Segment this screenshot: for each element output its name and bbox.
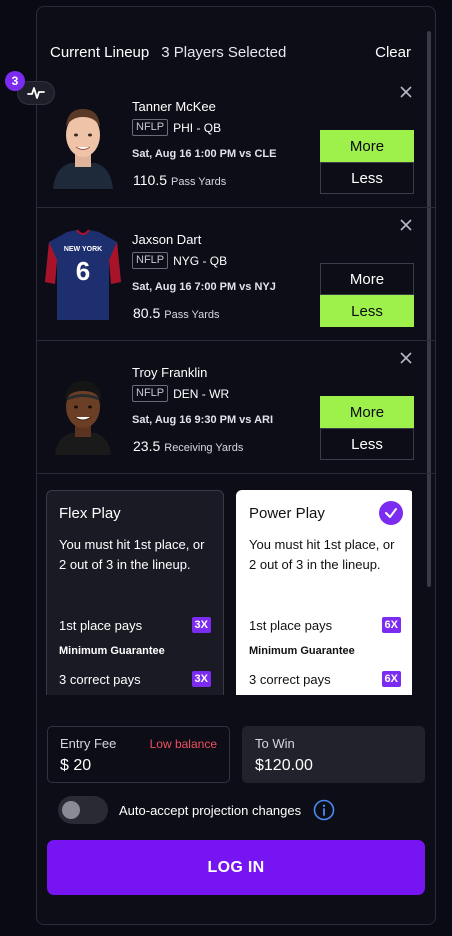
projection: 110.5 Pass Yards	[133, 172, 226, 188]
projection-value: 80.5	[133, 305, 161, 321]
jersey-image: NEW YORK 6	[45, 229, 121, 320]
jersey-number: 6	[76, 256, 90, 286]
play-description: You must hit 1st place, or 2 out of 3 in…	[249, 537, 395, 572]
auto-accept-row: Auto-accept projection changes	[58, 796, 358, 824]
play-type-selector: Flex Play You must hit 1st place, or 2 o…	[46, 490, 412, 695]
flex-play-card[interactable]: Flex Play You must hit 1st place, or 2 o…	[46, 490, 224, 695]
game-time: Sat, Aug 16 9:30 PM vs ARI	[132, 414, 274, 426]
game-time: Sat, Aug 16 1:00 PM vs CLE	[132, 148, 277, 160]
pick-buttons: More Less	[320, 396, 414, 460]
auto-accept-toggle[interactable]	[58, 796, 108, 824]
game-time: Sat, Aug 16 7:00 PM vs NYJ	[132, 281, 276, 293]
player-name: Troy Franklin	[132, 365, 208, 380]
league-tag: NFLP	[132, 252, 169, 269]
payout-row: 1st place pays 6X	[249, 617, 401, 633]
multiplier-badge: 3X	[191, 671, 211, 687]
projection: 80.5 Pass Yards	[133, 305, 219, 321]
to-win-box: To Win $120.00	[242, 726, 425, 783]
less-button[interactable]: Less	[320, 428, 414, 460]
projection-value: 110.5	[133, 172, 167, 188]
entry-fee-input[interactable]: Entry Fee Low balance $ 20	[47, 726, 230, 783]
pick-buttons: More Less	[320, 263, 414, 327]
league-tag: NFLP	[132, 385, 169, 402]
projection: 23.5 Receiving Yards	[133, 438, 243, 454]
payout-row: 3 correct pays 3X	[59, 671, 211, 687]
low-balance-warning: Low balance	[149, 736, 217, 751]
lineup-title: Current Lineup	[50, 43, 150, 61]
payout-label: 3 correct pays	[249, 671, 331, 687]
less-button[interactable]: Less	[320, 295, 414, 327]
info-icon[interactable]	[313, 799, 335, 821]
minimum-guarantee-label: Minimum Guarantee	[59, 645, 165, 657]
projection-stat: Pass Yards	[164, 309, 220, 321]
player-card: Troy Franklin NFLP DEN - WR Sat, Aug 16 …	[37, 341, 435, 474]
close-icon[interactable]	[399, 85, 413, 99]
players-selected-count: 3 Players Selected	[161, 43, 287, 61]
payout-label: 1st place pays	[249, 617, 333, 633]
close-icon[interactable]	[399, 218, 413, 232]
more-button[interactable]: More	[320, 263, 414, 295]
projection-stat: Receiving Yards	[164, 442, 244, 454]
more-button[interactable]: More	[320, 396, 414, 428]
player-headshot	[53, 109, 113, 189]
payout-label: 1st place pays	[59, 617, 143, 633]
pick-buttons: More Less	[320, 130, 414, 194]
jersey-text: NEW YORK	[64, 246, 102, 253]
team-position: NYG - QB	[173, 253, 228, 268]
toggle-knob	[62, 801, 80, 819]
to-win-label-row: To Win	[255, 736, 412, 751]
payout-label: 3 correct pays	[59, 671, 141, 687]
player-card: Tanner McKee NFLP PHI - QB Sat, Aug 16 1…	[37, 75, 435, 208]
close-icon[interactable]	[399, 351, 413, 365]
player-card: NEW YORK 6 Jaxson Dart NFLP NYG - QB Sat…	[37, 208, 435, 341]
checkmark-icon	[379, 501, 403, 525]
to-win-amount: $120.00	[255, 757, 313, 774]
player-meta: NFLP DEN - WR	[132, 385, 229, 402]
player-meta: NFLP PHI - QB	[132, 119, 221, 136]
team-position: PHI - QB	[173, 120, 222, 135]
less-button[interactable]: Less	[320, 162, 414, 194]
projection-value: 23.5	[133, 438, 161, 454]
multiplier-badge: 3X	[191, 617, 211, 633]
multiplier-badge: 6X	[381, 671, 401, 687]
badge-count: 3	[5, 71, 25, 91]
multiplier-badge: 6X	[381, 617, 401, 633]
minimum-guarantee-label: Minimum Guarantee	[249, 645, 355, 657]
to-win-label: To Win	[255, 736, 295, 751]
player-name: Jaxson Dart	[132, 232, 202, 247]
play-title: Flex Play	[59, 505, 121, 522]
projection-stat: Pass Yards	[171, 176, 227, 188]
entry-fee-label-row: Entry Fee Low balance	[60, 736, 217, 751]
entry-fee-amount: $ 20	[60, 757, 92, 774]
payout-row: 3 correct pays 6X	[249, 671, 401, 687]
team-position: DEN - WR	[173, 386, 230, 401]
more-button[interactable]: More	[320, 130, 414, 162]
player-meta: NFLP NYG - QB	[132, 252, 227, 269]
clear-button[interactable]: Clear	[375, 44, 411, 61]
lineup-header: Current Lineup 3 Players Selected Clear	[50, 41, 411, 63]
login-button[interactable]: LOG IN	[47, 840, 425, 895]
entry-fee-label: Entry Fee	[60, 736, 117, 751]
auto-accept-label: Auto-accept projection changes	[119, 802, 302, 818]
play-description: You must hit 1st place, or 2 out of 3 in…	[59, 537, 205, 572]
player-headshot	[55, 381, 111, 455]
payout-row: 1st place pays 3X	[59, 617, 211, 633]
league-tag: NFLP	[132, 119, 169, 136]
player-name: Tanner McKee	[132, 99, 216, 114]
power-play-card[interactable]: Power Play You must hit 1st place, or 2 …	[236, 490, 412, 695]
